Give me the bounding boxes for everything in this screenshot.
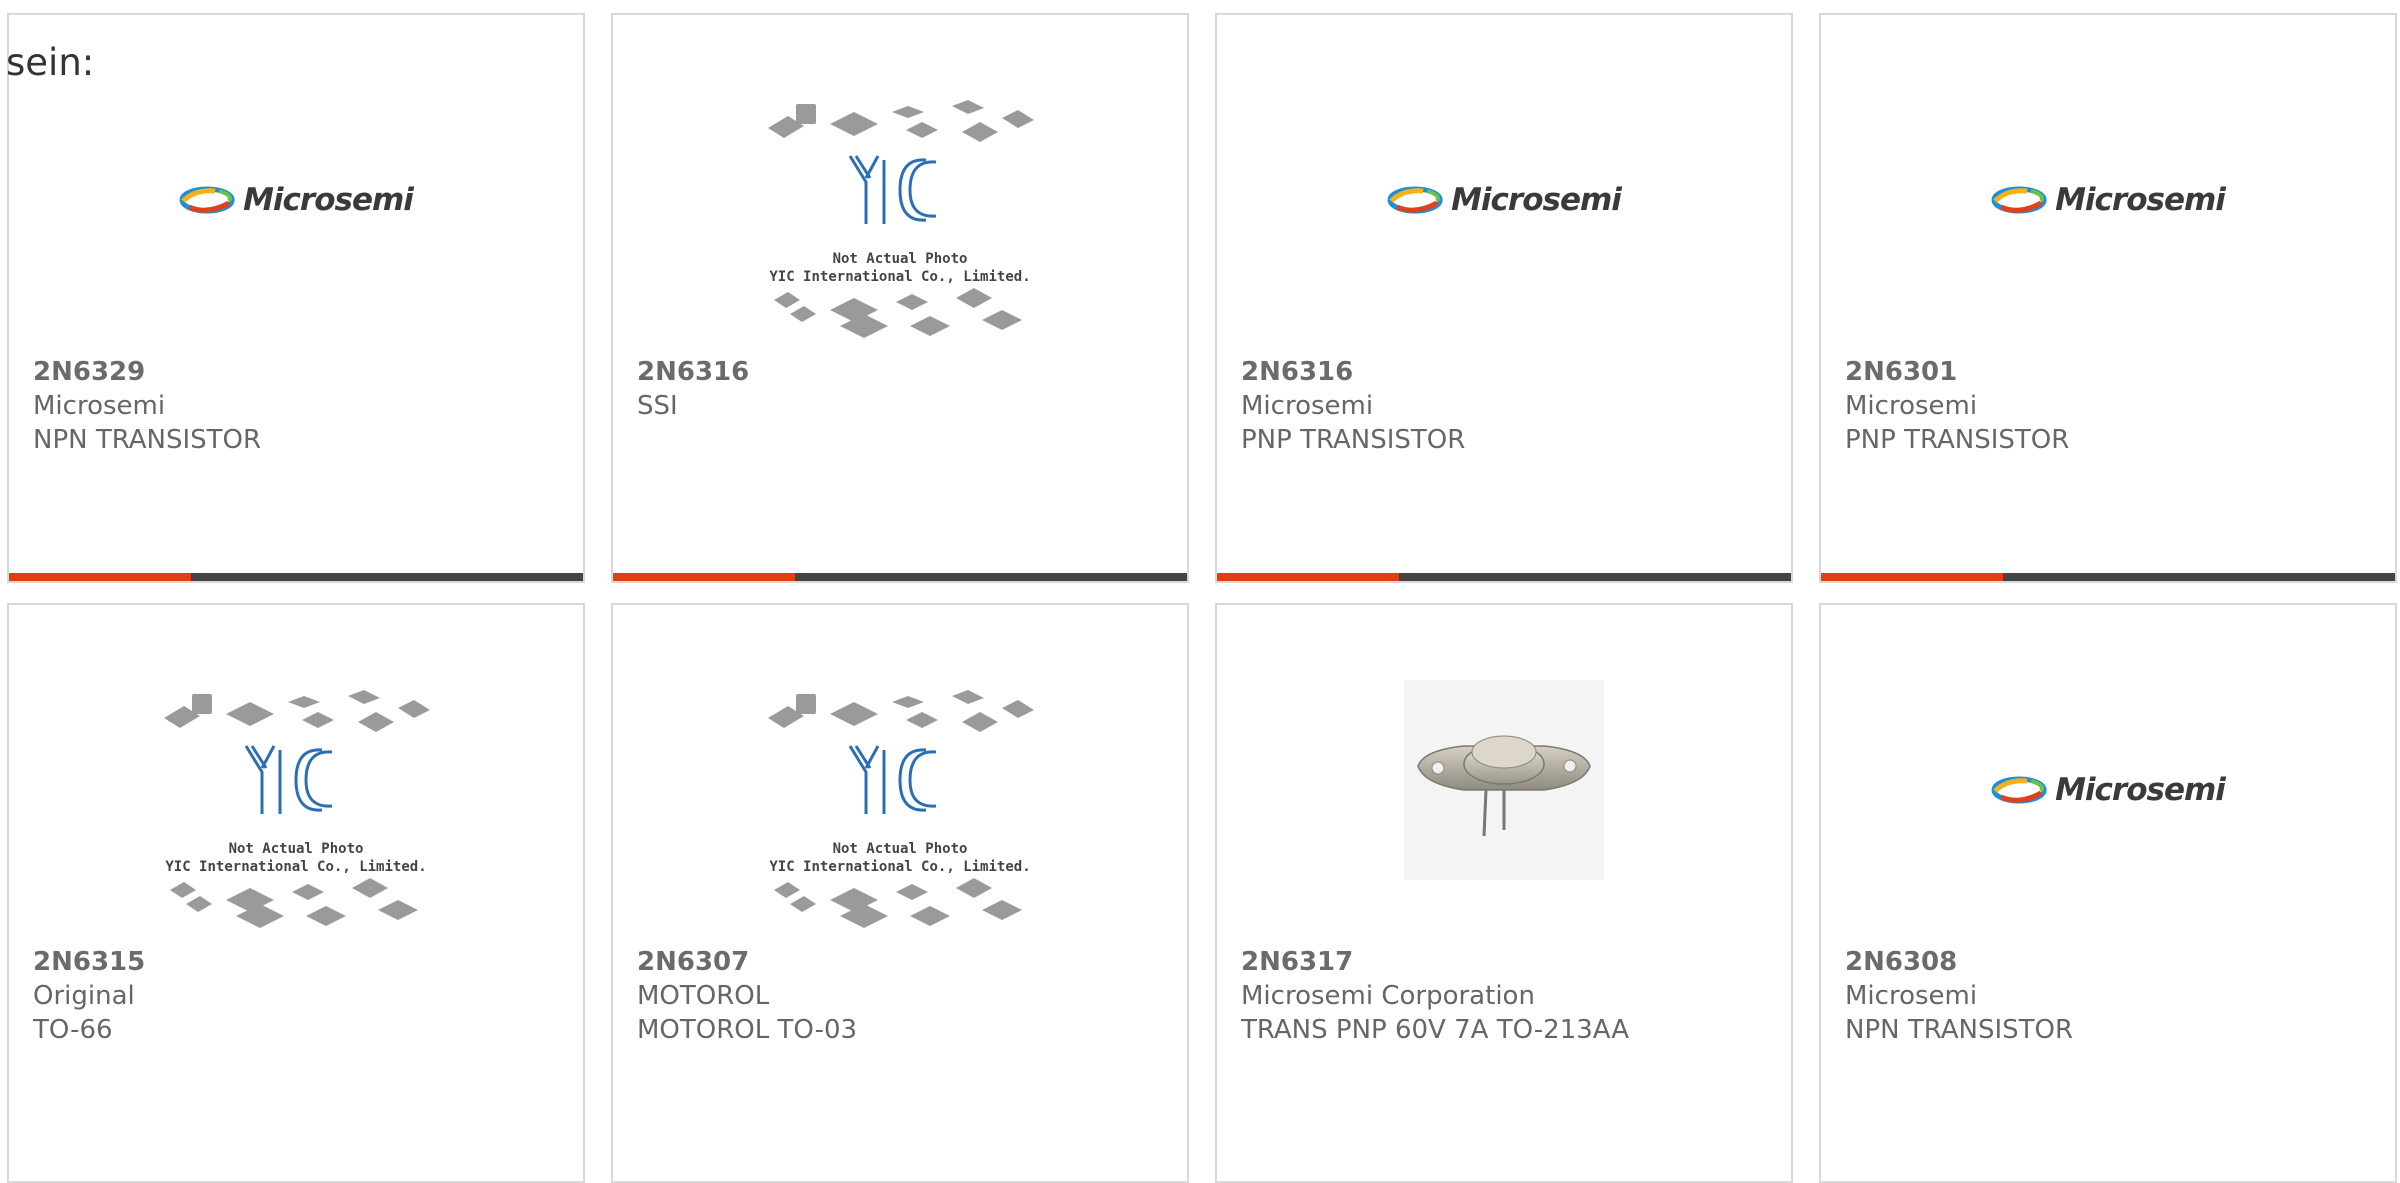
photo-caption: Not Actual Photo YIC International Co., … bbox=[760, 840, 1040, 876]
product-image[interactable]: Not Actual Photo YIC International Co., … bbox=[613, 680, 1187, 945]
logo-text: Microsemi bbox=[1451, 182, 1622, 218]
product-info: 2N6308 Microsemi NPN TRANSISTOR bbox=[1845, 945, 2073, 1047]
product-info: 2N6329 Microsemi NPN TRANSISTOR bbox=[33, 355, 261, 457]
product-image[interactable]: Not Actual Photo YIC International Co., … bbox=[613, 90, 1187, 355]
microsemi-logo: Microsemi bbox=[1991, 772, 2226, 808]
microsemi-logo: Microsemi bbox=[179, 182, 414, 218]
product-card[interactable]: Microsemi 2N6301 Microsemi PNP TRANSISTO… bbox=[1819, 13, 2397, 583]
part-number[interactable]: 2N6315 bbox=[33, 945, 145, 979]
part-number[interactable]: 2N6316 bbox=[1241, 355, 1465, 389]
manufacturer: Microsemi bbox=[33, 391, 166, 421]
part-number[interactable]: 2N6317 bbox=[1241, 945, 1629, 979]
card-bar bbox=[1217, 573, 1791, 581]
chip-packages-icon bbox=[768, 690, 1034, 928]
manufacturer: MOTOROL bbox=[637, 981, 770, 1011]
microsemi-logo: Microsemi bbox=[1991, 182, 2226, 218]
product-info: 2N6315 Original TO-66 bbox=[33, 945, 145, 1047]
card-bar-accent bbox=[9, 573, 191, 581]
description: MOTOROL TO-03 bbox=[637, 1015, 858, 1045]
manufacturer: Microsemi Corporation bbox=[1241, 981, 1535, 1011]
description: TRANS PNP 60V 7A TO-213AA bbox=[1241, 1015, 1630, 1045]
card-bar-accent bbox=[1217, 573, 1399, 581]
description: PNP TRANSISTOR bbox=[1845, 425, 2070, 455]
logo-text: Microsemi bbox=[2055, 772, 2226, 808]
caption-line: Not Actual Photo bbox=[228, 841, 364, 857]
part-number[interactable]: 2N6329 bbox=[33, 355, 261, 389]
product-card[interactable]: Not Actual Photo YIC International Co., … bbox=[611, 603, 1189, 1183]
card-bar-accent bbox=[1821, 573, 2003, 581]
description: NPN TRANSISTOR bbox=[1845, 1015, 2074, 1045]
product-image[interactable] bbox=[1217, 680, 1791, 945]
yic-placeholder-image: Not Actual Photo YIC International Co., … bbox=[156, 680, 436, 945]
chip-packages-icon bbox=[768, 100, 1034, 338]
transistor-icon bbox=[1417, 735, 1591, 837]
part-number[interactable]: 2N6301 bbox=[1845, 355, 2069, 389]
part-number[interactable]: 2N6316 bbox=[637, 355, 749, 389]
product-card[interactable]: Not Actual Photo YIC International Co., … bbox=[7, 603, 585, 1183]
photo-caption: Not Actual Photo YIC International Co., … bbox=[156, 840, 436, 876]
caption-line: YIC International Co., Limited. bbox=[769, 269, 1031, 285]
product-card[interactable]: Microsemi 2N6329 Microsemi NPN TRANSISTO… bbox=[7, 13, 585, 583]
part-number[interactable]: 2N6308 bbox=[1845, 945, 2073, 979]
manufacturer: Original bbox=[33, 981, 135, 1011]
card-bar bbox=[613, 573, 1187, 581]
microsemi-swirl-icon bbox=[1991, 186, 2047, 214]
chip-packages-icon bbox=[164, 690, 430, 928]
caption-line: Not Actual Photo bbox=[832, 251, 968, 267]
card-bar bbox=[1821, 573, 2395, 581]
manufacturer: Microsemi bbox=[1241, 391, 1374, 421]
card-bar-accent bbox=[613, 573, 795, 581]
product-image[interactable]: Microsemi bbox=[1821, 680, 2395, 945]
logo-text: Microsemi bbox=[243, 182, 414, 218]
product-image[interactable]: Not Actual Photo YIC International Co., … bbox=[9, 680, 583, 945]
caption-line: Not Actual Photo bbox=[832, 841, 968, 857]
microsemi-swirl-icon bbox=[179, 186, 235, 214]
transistor-photo bbox=[1404, 680, 1604, 880]
caption-line: YIC International Co., Limited. bbox=[769, 859, 1031, 875]
photo-caption: Not Actual Photo YIC International Co., … bbox=[760, 250, 1040, 286]
part-number[interactable]: 2N6307 bbox=[637, 945, 857, 979]
intro-text: sein: bbox=[6, 41, 95, 84]
caption-line: YIC International Co., Limited. bbox=[165, 859, 427, 875]
yic-placeholder-image: Not Actual Photo YIC International Co., … bbox=[760, 680, 1040, 945]
manufacturer: Microsemi bbox=[1845, 981, 1978, 1011]
product-info: 2N6301 Microsemi PNP TRANSISTOR bbox=[1845, 355, 2069, 457]
logo-text: Microsemi bbox=[2055, 182, 2226, 218]
product-card[interactable]: Microsemi 2N6308 Microsemi NPN TRANSISTO… bbox=[1819, 603, 2397, 1183]
description: PNP TRANSISTOR bbox=[1241, 425, 1466, 455]
microsemi-logo: Microsemi bbox=[1387, 182, 1622, 218]
product-info: 2N6317 Microsemi Corporation TRANS PNP 6… bbox=[1241, 945, 1629, 1047]
product-card[interactable]: Not Actual Photo YIC International Co., … bbox=[611, 13, 1189, 583]
yic-placeholder-image: Not Actual Photo YIC International Co., … bbox=[760, 90, 1040, 355]
manufacturer: Microsemi bbox=[1845, 391, 1978, 421]
product-card[interactable]: 2N6317 Microsemi Corporation TRANS PNP 6… bbox=[1215, 603, 1793, 1183]
description: NPN TRANSISTOR bbox=[33, 425, 262, 455]
description: TO-66 bbox=[33, 1015, 113, 1045]
product-image[interactable]: Microsemi bbox=[1821, 90, 2395, 355]
microsemi-swirl-icon bbox=[1991, 776, 2047, 804]
product-info: 2N6316 SSI bbox=[637, 355, 749, 423]
microsemi-swirl-icon bbox=[1387, 186, 1443, 214]
product-card[interactable]: Microsemi 2N6316 Microsemi PNP TRANSISTO… bbox=[1215, 13, 1793, 583]
product-image[interactable]: Microsemi bbox=[9, 90, 583, 355]
manufacturer: SSI bbox=[637, 391, 678, 421]
product-info: 2N6307 MOTOROL MOTOROL TO-03 bbox=[637, 945, 857, 1047]
product-grid: Microsemi 2N6329 Microsemi NPN TRANSISTO… bbox=[0, 0, 2400, 1183]
card-bar bbox=[9, 573, 583, 581]
product-info: 2N6316 Microsemi PNP TRANSISTOR bbox=[1241, 355, 1465, 457]
product-image[interactable]: Microsemi bbox=[1217, 90, 1791, 355]
